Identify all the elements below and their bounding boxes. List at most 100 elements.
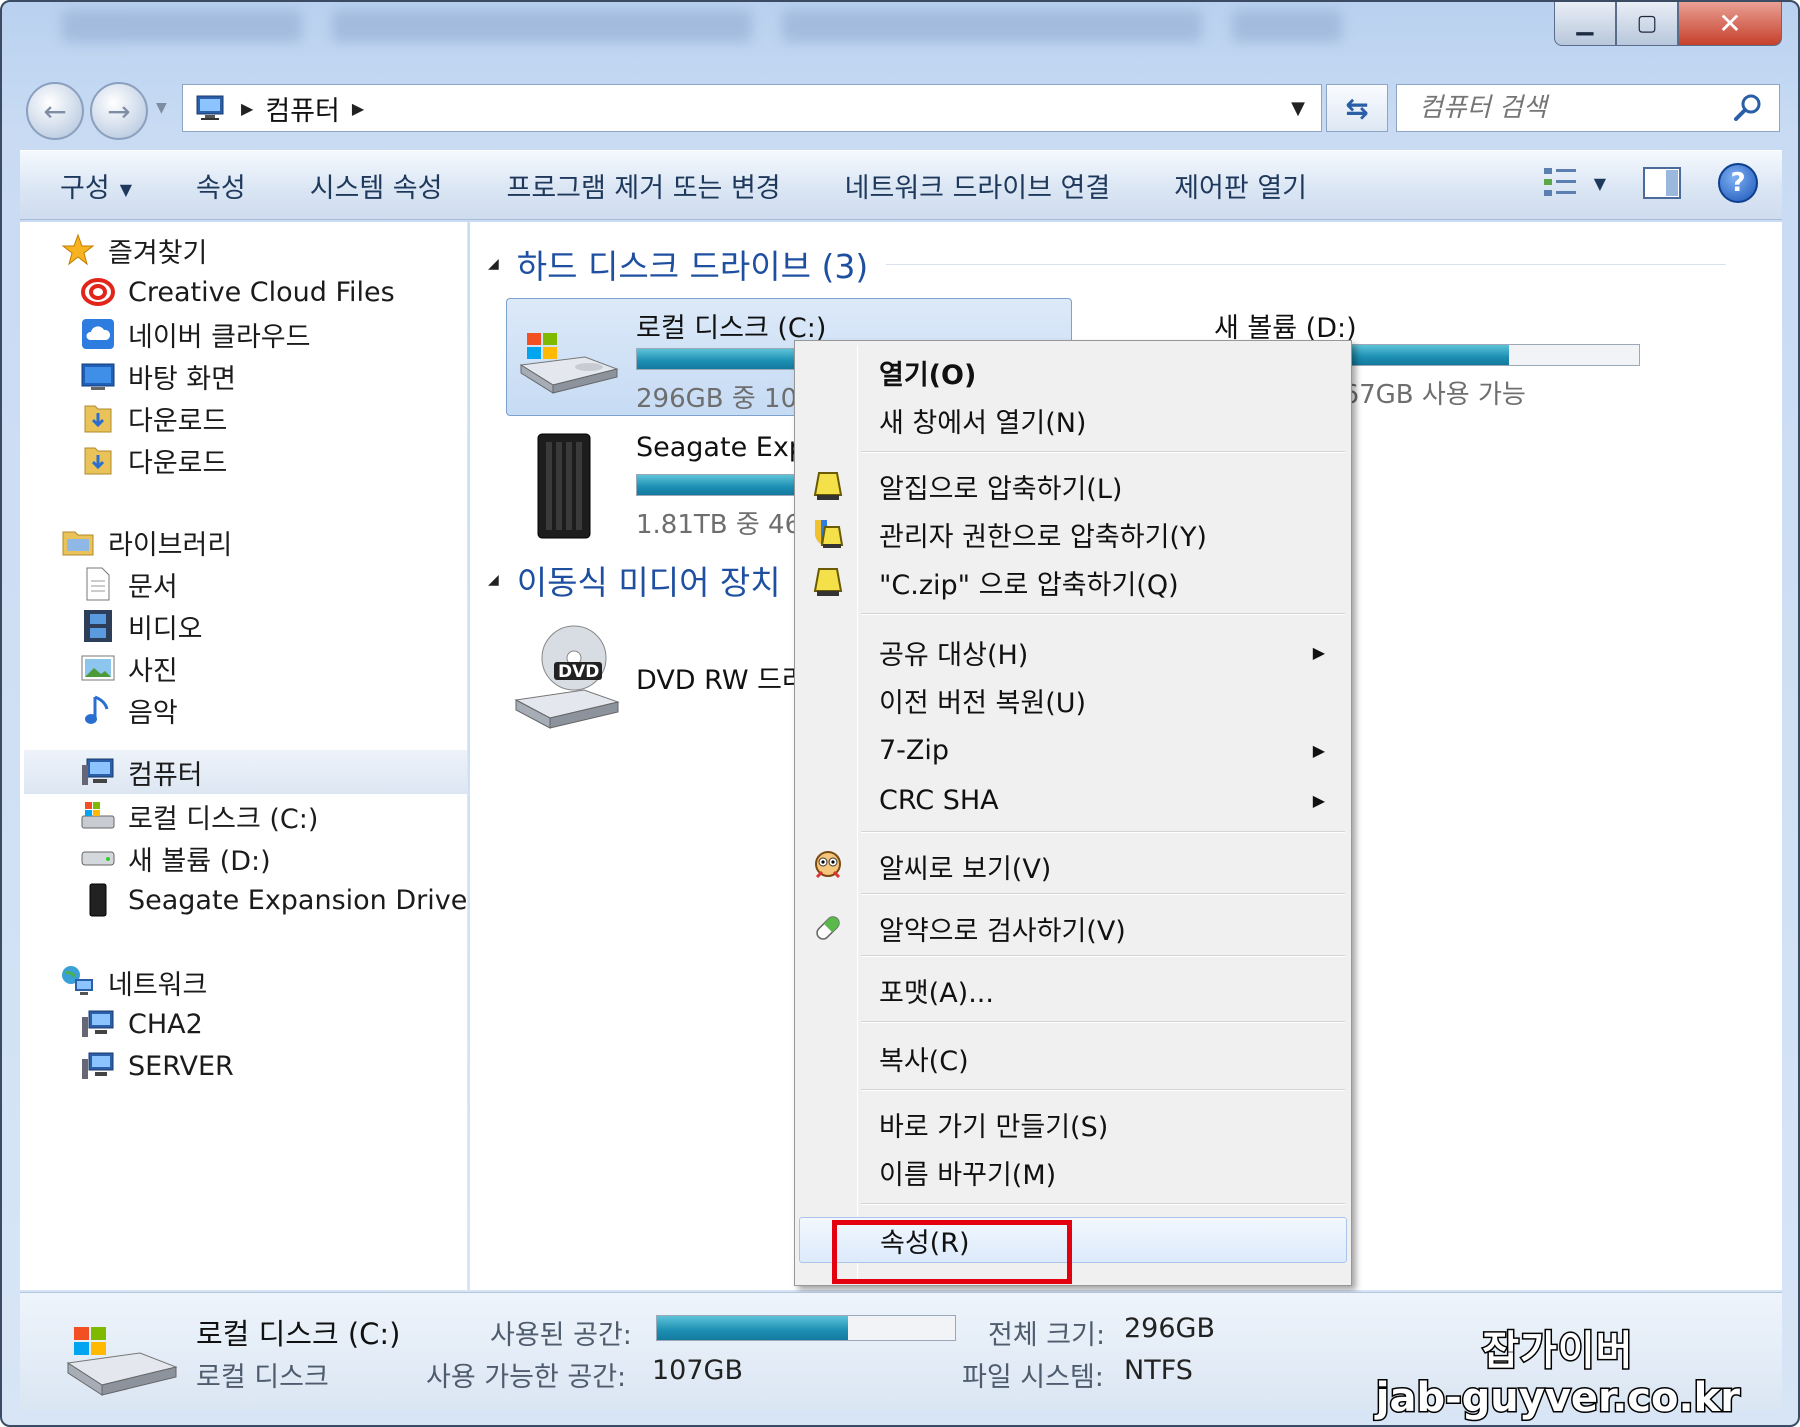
preview-pane-icon[interactable]: [1642, 166, 1682, 200]
desktop-icon: [80, 358, 116, 394]
pill-icon: [816, 916, 840, 940]
watermark-line1: 잡가이버: [1481, 1327, 1634, 1376]
open-control-panel-button[interactable]: 제어판 열기: [1142, 166, 1339, 205]
breadcrumb-separator-icon[interactable]: ▶: [241, 99, 253, 118]
group-label: 이동식 미디어 장치: [516, 563, 781, 602]
menu-item-copy[interactable]: 복사(C): [799, 1035, 1347, 1081]
sidebar-label: 네이버 클라우드: [128, 321, 311, 353]
downloads-folder-icon: [80, 400, 116, 436]
menu-item-admin-compress[interactable]: 관리자 권한으로 압축하기(Y): [799, 511, 1347, 557]
external-drive-icon: [80, 882, 116, 918]
sidebar-label: 문서: [128, 571, 178, 603]
system-properties-button[interactable]: 시스템 속성: [278, 166, 475, 205]
minimize-button[interactable]: ▁: [1554, 2, 1616, 46]
sidebar-label: 비디오: [128, 613, 203, 645]
arrow-left-icon: ←: [43, 94, 67, 128]
sidebar-item-local-disk-c[interactable]: 로컬 디스크 (C:): [80, 794, 318, 838]
drive-free-d: 367GB 사용 가능: [1350, 380, 1526, 410]
menu-item-alyac-scan[interactable]: 알약으로 검사하기(V): [799, 905, 1347, 951]
breadcrumb-computer[interactable]: 컴퓨터: [265, 89, 340, 128]
menu-label: 열기(O): [879, 359, 977, 391]
sidebar-item-cha2[interactable]: CHA2: [80, 1002, 203, 1046]
menu-item-rename[interactable]: 이름 바꾸기(M): [799, 1149, 1347, 1195]
menu-item-alzip-compress[interactable]: 알집으로 압축하기(L): [799, 463, 1347, 509]
sidebar-item-downloads[interactable]: 다운로드: [80, 396, 227, 440]
menu-label: 이름 바꾸기(M): [879, 1159, 1057, 1191]
sidebar-item-downloads[interactable]: 다운로드: [80, 438, 227, 482]
menu-item-7zip[interactable]: 7-Zip ▶: [799, 727, 1347, 773]
drive-usage-bar-d: [1350, 344, 1640, 366]
sidebar-libraries[interactable]: 라이브러리: [60, 520, 232, 564]
details-free-label: 사용 가능한 공간:: [426, 1362, 627, 1393]
menu-item-create-shortcut[interactable]: 바로 가기 만들기(S): [799, 1101, 1347, 1147]
details-usage-fill: [657, 1316, 848, 1340]
menu-item-open-new-window[interactable]: 새 창에서 열기(N): [799, 397, 1347, 443]
close-button[interactable]: ✕: [1678, 2, 1782, 46]
sidebar-item-music[interactable]: 음악: [80, 688, 178, 732]
sidebar-item-pictures[interactable]: 사진: [80, 646, 178, 690]
view-options-button[interactable]: ▼: [1542, 166, 1606, 200]
document-icon: [80, 566, 116, 602]
menu-item-share-with[interactable]: 공유 대상(H) ▶: [799, 629, 1347, 675]
recent-pages-chevron-icon[interactable]: ▼: [156, 100, 167, 116]
sidebar-item-videos[interactable]: 비디오: [80, 604, 203, 648]
map-network-drive-button[interactable]: 네트워크 드라이브 연결: [813, 166, 1143, 205]
sidebar-network[interactable]: 네트워크: [60, 960, 207, 1004]
sidebar-label: 로컬 디스크 (C:): [128, 803, 319, 835]
sidebar-item-documents[interactable]: 문서: [80, 562, 178, 606]
blurred-title: [332, 10, 752, 42]
search-box[interactable]: [1396, 84, 1780, 132]
details-total-label: 전체 크기:: [988, 1320, 1106, 1351]
search-icon[interactable]: [1731, 91, 1765, 125]
sidebar-item-creative-cloud[interactable]: Creative Cloud Files: [80, 270, 395, 314]
search-input[interactable]: [1419, 93, 1719, 123]
blurred-title: [782, 10, 1202, 42]
menu-label: 바로 가기 만들기(S): [879, 1111, 1109, 1143]
organize-button[interactable]: 구성 ▼: [20, 166, 164, 205]
toolbar-icons: ▼ ?: [1542, 163, 1758, 203]
arrow-right-icon: →: [107, 94, 131, 128]
sidebar-item-volume-d[interactable]: 새 볼륨 (D:): [80, 836, 271, 880]
refresh-button[interactable]: ⇆: [1326, 84, 1388, 132]
breadcrumb-separator-icon[interactable]: ▶: [352, 99, 364, 118]
sidebar-label: 컴퓨터: [128, 759, 203, 791]
menu-label: 알씨로 보기(V): [879, 853, 1052, 885]
navigation-pane: 즐겨찾기 Creative Cloud Files 네이버 클라우드 바탕 화면…: [20, 222, 468, 1290]
creative-cloud-icon: [80, 274, 116, 310]
help-icon[interactable]: ?: [1718, 163, 1758, 203]
alsee-icon: [815, 851, 841, 879]
address-bar[interactable]: ▶ 컴퓨터 ▶ ▼: [182, 84, 1322, 132]
sidebar-item-seagate-f[interactable]: Seagate Expansion Drive (F: [80, 878, 468, 922]
group-header-hard-disks[interactable]: ◢ 하드 디스크 드라이브 (3): [488, 240, 1727, 288]
menu-item-restore-previous[interactable]: 이전 버전 복원(U): [799, 677, 1347, 723]
submenu-arrow-icon: ▶: [1312, 740, 1325, 760]
menu-separator: [861, 1089, 1345, 1091]
menu-item-format[interactable]: 포맷(A)...: [799, 967, 1347, 1013]
properties-button[interactable]: 속성: [164, 166, 278, 205]
address-dropdown-icon[interactable]: ▼: [1291, 98, 1305, 119]
menu-item-crc-sha[interactable]: CRC SHA ▶: [799, 777, 1347, 823]
menu-label: 공유 대상(H): [879, 639, 1029, 671]
maximize-button[interactable]: ▢: [1616, 2, 1678, 46]
menu-item-alsee-view[interactable]: 알씨로 보기(V): [799, 843, 1347, 889]
forward-button[interactable]: →: [90, 82, 148, 140]
sidebar-item-server[interactable]: SERVER: [80, 1044, 234, 1088]
collapse-triangle-icon[interactable]: ◢: [488, 572, 499, 588]
collapse-triangle-icon[interactable]: ◢: [488, 256, 499, 272]
details-total-value: 296GB: [1124, 1313, 1215, 1344]
sidebar-computer[interactable]: 컴퓨터: [24, 750, 467, 794]
sidebar-label: Creative Cloud Files: [128, 276, 395, 308]
back-button[interactable]: ←: [26, 82, 84, 140]
details-fs-label: 파일 시스템:: [962, 1362, 1104, 1393]
menu-item-compress-czip[interactable]: "C.zip" 으로 압축하기(Q): [799, 559, 1347, 605]
sidebar-item-desktop[interactable]: 바탕 화면: [80, 354, 236, 398]
sidebar-item-naver-cloud[interactable]: 네이버 클라우드: [80, 312, 310, 356]
menu-label: 알약으로 검사하기(V): [879, 915, 1126, 947]
sidebar-favorites[interactable]: 즐겨찾기: [60, 228, 207, 272]
sidebar-label: Seagate Expansion Drive (F: [128, 884, 468, 916]
menu-item-open[interactable]: 열기(O): [799, 349, 1347, 395]
menu-label: CRC SHA: [879, 784, 999, 816]
submenu-arrow-icon: ▶: [1312, 790, 1325, 810]
uninstall-program-button[interactable]: 프로그램 제거 또는 변경: [474, 166, 812, 205]
context-menu: 열기(O) 새 창에서 열기(N) 알집으로 압축하기(L) 관리자 권한으로 …: [794, 340, 1352, 1286]
